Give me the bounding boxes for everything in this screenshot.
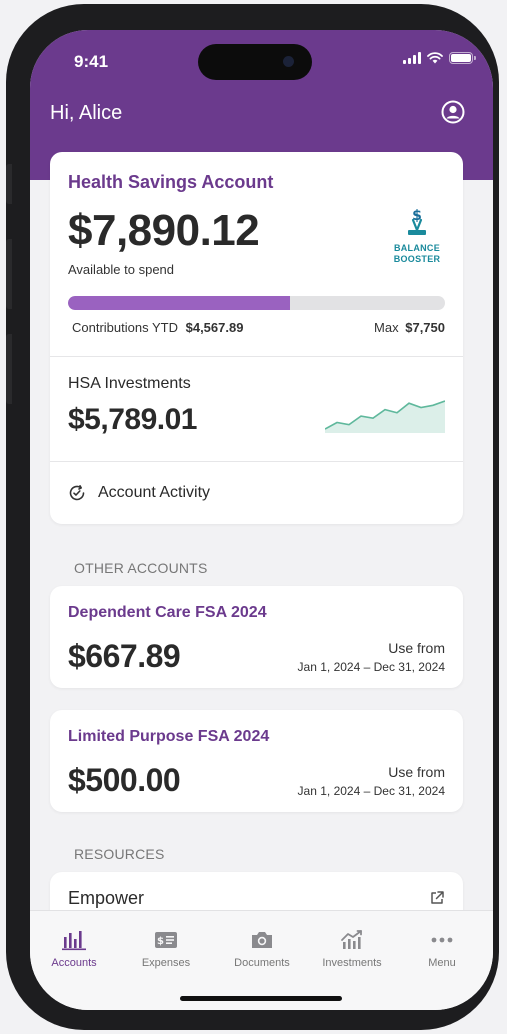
contribution-max: Max $7,750: [374, 320, 445, 335]
hsa-balance: $7,890.12: [68, 206, 260, 255]
account-activity-row[interactable]: Account Activity: [50, 462, 463, 524]
more-dots-icon: [431, 937, 453, 943]
contributions-ytd: Contributions YTD $4,567.89: [72, 320, 243, 335]
investments-value: $5,789.01: [68, 403, 197, 436]
greeting-text: Hi, Alice: [50, 102, 123, 124]
side-button: [6, 334, 12, 404]
investments-label: HSA Investments: [68, 375, 191, 392]
other-accounts-heading: OTHER ACCOUNTS: [74, 560, 208, 576]
camera-icon: [283, 56, 294, 67]
tab-expenses[interactable]: $ Expenses: [126, 927, 206, 969]
camera-icon: [252, 932, 272, 948]
home-indicator: [180, 996, 342, 1001]
fsa-card[interactable]: Limited Purpose FSA 2024 $500.00 Use fro…: [50, 710, 463, 812]
hsa-card[interactable]: Health Savings Account $7,890.12 Availab…: [50, 152, 463, 524]
hsa-investments-row[interactable]: HSA Investments $5,789.01: [50, 357, 463, 461]
account-activity-label: Account Activity: [98, 484, 211, 501]
fsa-name: Dependent Care FSA 2024: [68, 604, 267, 621]
balance-booster-icon: $: [408, 208, 426, 235]
tab-investments[interactable]: Investments: [312, 927, 392, 969]
fsa-amount: $500.00: [68, 762, 181, 798]
contribution-progress-fill: [68, 296, 291, 310]
fsa-name: Limited Purpose FSA 2024: [68, 728, 270, 745]
hsa-balance-label: Available to spend: [68, 262, 175, 277]
resource-label: Empower: [68, 888, 145, 908]
dynamic-island: [198, 44, 312, 80]
external-link-icon: [431, 891, 444, 904]
profile-icon[interactable]: [441, 100, 465, 124]
phone-frame: 9:41 Hi, Alice Health Savings Account $7…: [6, 4, 499, 1030]
tab-label: Documents: [234, 957, 290, 969]
tab-documents[interactable]: Documents: [222, 927, 302, 969]
booster-line2: BOOSTER: [393, 254, 441, 264]
balance-booster-badge[interactable]: $ BALANCE BOOSTER: [389, 206, 445, 265]
tab-label: Investments: [322, 957, 382, 969]
side-button: [6, 239, 12, 309]
investments-sparkline: [325, 400, 445, 433]
tab-accounts[interactable]: Accounts: [34, 927, 114, 969]
activity-icon: [69, 485, 85, 501]
app-screen: 9:41 Hi, Alice Health Savings Account $7…: [30, 30, 493, 1010]
fsa-date-range: Jan 1, 2024 – Dec 31, 2024: [297, 784, 445, 798]
contribution-progress: [68, 296, 445, 310]
receipt-icon: $: [155, 932, 177, 948]
battery-icon: [449, 52, 476, 64]
max-label: Max: [374, 320, 399, 335]
fsa-date-range: Jan 1, 2024 – Dec 31, 2024: [297, 660, 445, 674]
tab-bar: Accounts $ Expenses Documents Investment…: [30, 910, 493, 1010]
fsa-amount: $667.89: [68, 638, 181, 674]
contributions-value: $4,567.89: [185, 320, 244, 335]
trend-chart-icon: [341, 930, 362, 949]
booster-line1: BALANCE: [393, 243, 441, 253]
resources-heading: RESOURCES: [74, 846, 165, 862]
signal-icon: [403, 52, 421, 64]
tab-label: Menu: [428, 957, 456, 969]
tab-label: Accounts: [51, 957, 97, 969]
tab-label: Expenses: [141, 957, 191, 969]
side-button: [6, 164, 12, 204]
max-value: $7,750: [405, 320, 445, 335]
status-icons: [403, 52, 476, 64]
tab-menu[interactable]: Menu: [402, 927, 482, 969]
fsa-use-from: Use from: [388, 640, 445, 656]
fsa-use-from: Use from: [388, 764, 445, 780]
wifi-icon: [427, 52, 443, 64]
bar-chart-icon: [62, 931, 86, 951]
contributions-label: Contributions YTD: [72, 320, 178, 335]
hsa-title: Health Savings Account: [68, 172, 274, 192]
status-time: 9:41: [74, 52, 109, 71]
svg-text:$: $: [157, 936, 164, 947]
fsa-card[interactable]: Dependent Care FSA 2024 $667.89 Use from…: [50, 586, 463, 688]
